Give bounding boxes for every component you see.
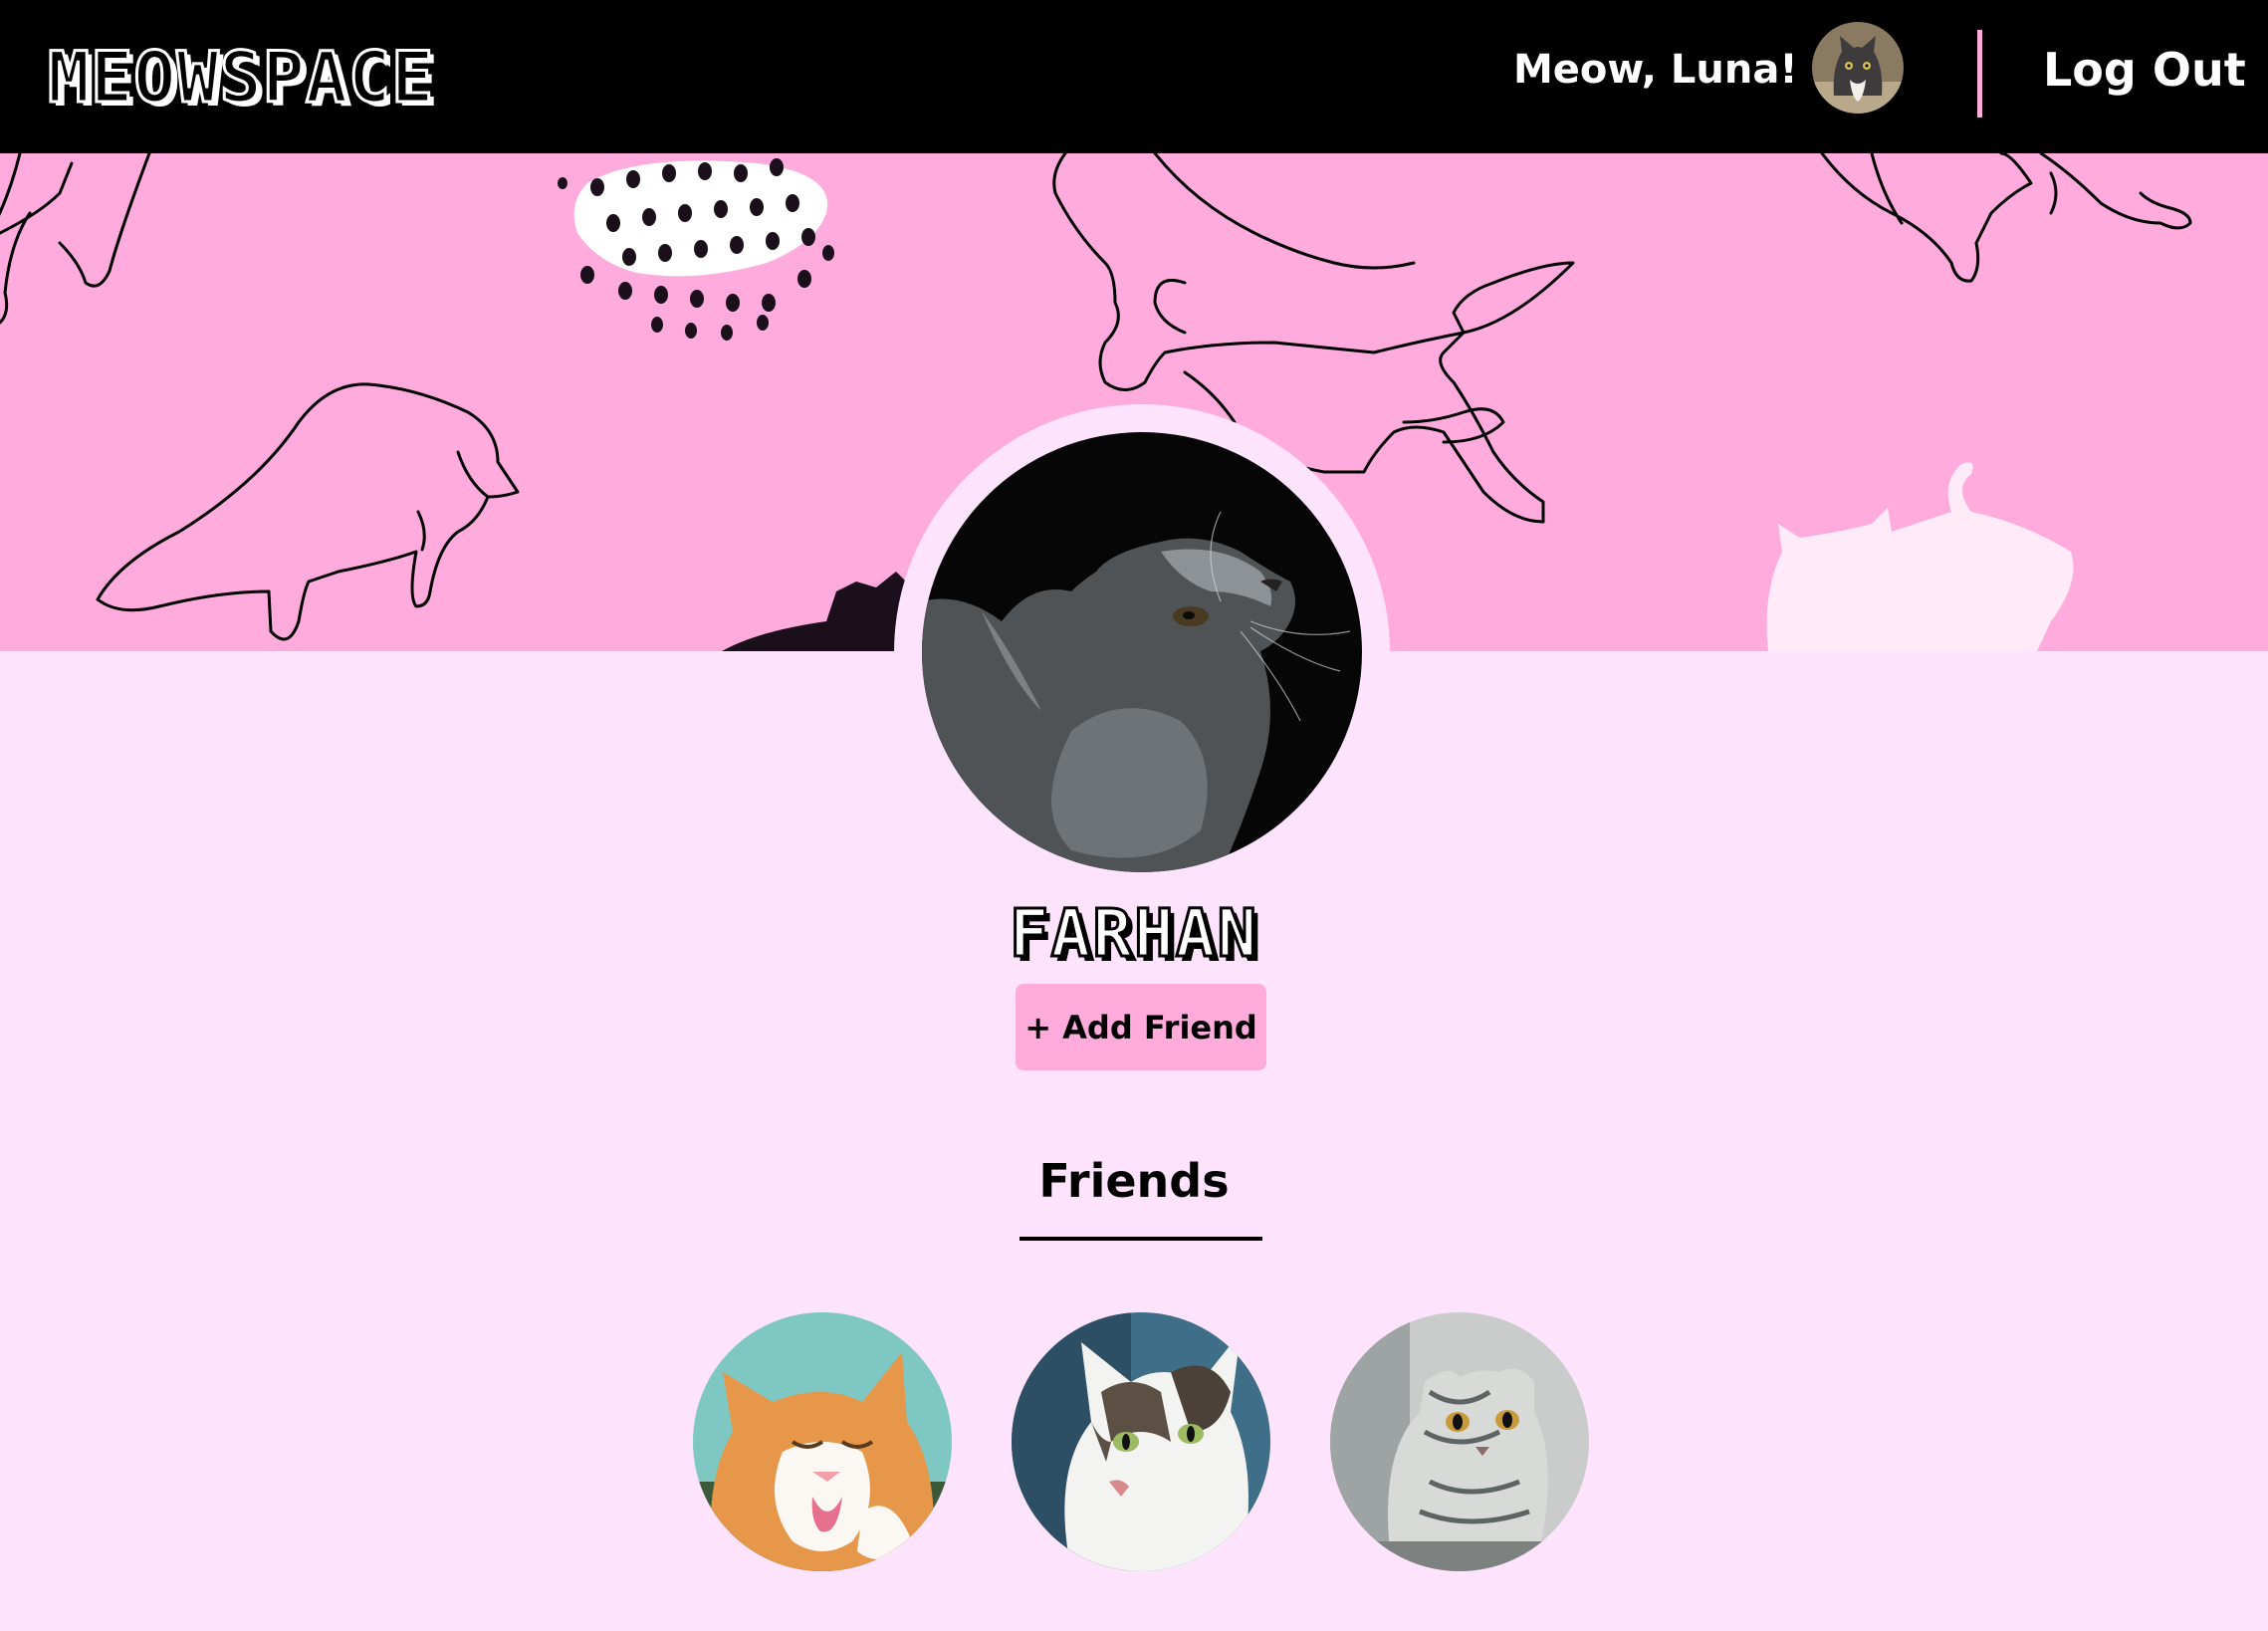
silver-cat-photo-icon: [1330, 1312, 1589, 1571]
user-greeting: Meow, Luna!: [1513, 47, 1798, 93]
user-avatar[interactable]: [1812, 22, 1904, 114]
friend-avatar-3[interactable]: [1330, 1312, 1589, 1571]
logout-button[interactable]: Log Out: [2043, 40, 2246, 100]
friends-heading-underline: [1020, 1237, 1262, 1241]
top-navigation-bar: MEOWSPACE Meow, Luna! Log Out: [0, 0, 2268, 153]
profile-name: FARHAN: [1008, 894, 1259, 974]
profile-photo: [922, 432, 1362, 872]
cat-avatar-icon: [1812, 22, 1904, 114]
tabby-white-cat-photo-icon: [1012, 1312, 1270, 1571]
add-friend-button[interactable]: + Add Friend: [1016, 984, 1266, 1070]
friends-heading: Friends: [1038, 1154, 1230, 1208]
site-logo[interactable]: MEOWSPACE: [46, 37, 434, 119]
nav-divider: [1977, 30, 1982, 117]
friend-avatar-2[interactable]: [1012, 1312, 1270, 1571]
friend-avatar-1[interactable]: [693, 1312, 952, 1571]
gray-cat-photo-icon: [922, 432, 1362, 872]
orange-cat-photo-icon: [693, 1312, 952, 1571]
